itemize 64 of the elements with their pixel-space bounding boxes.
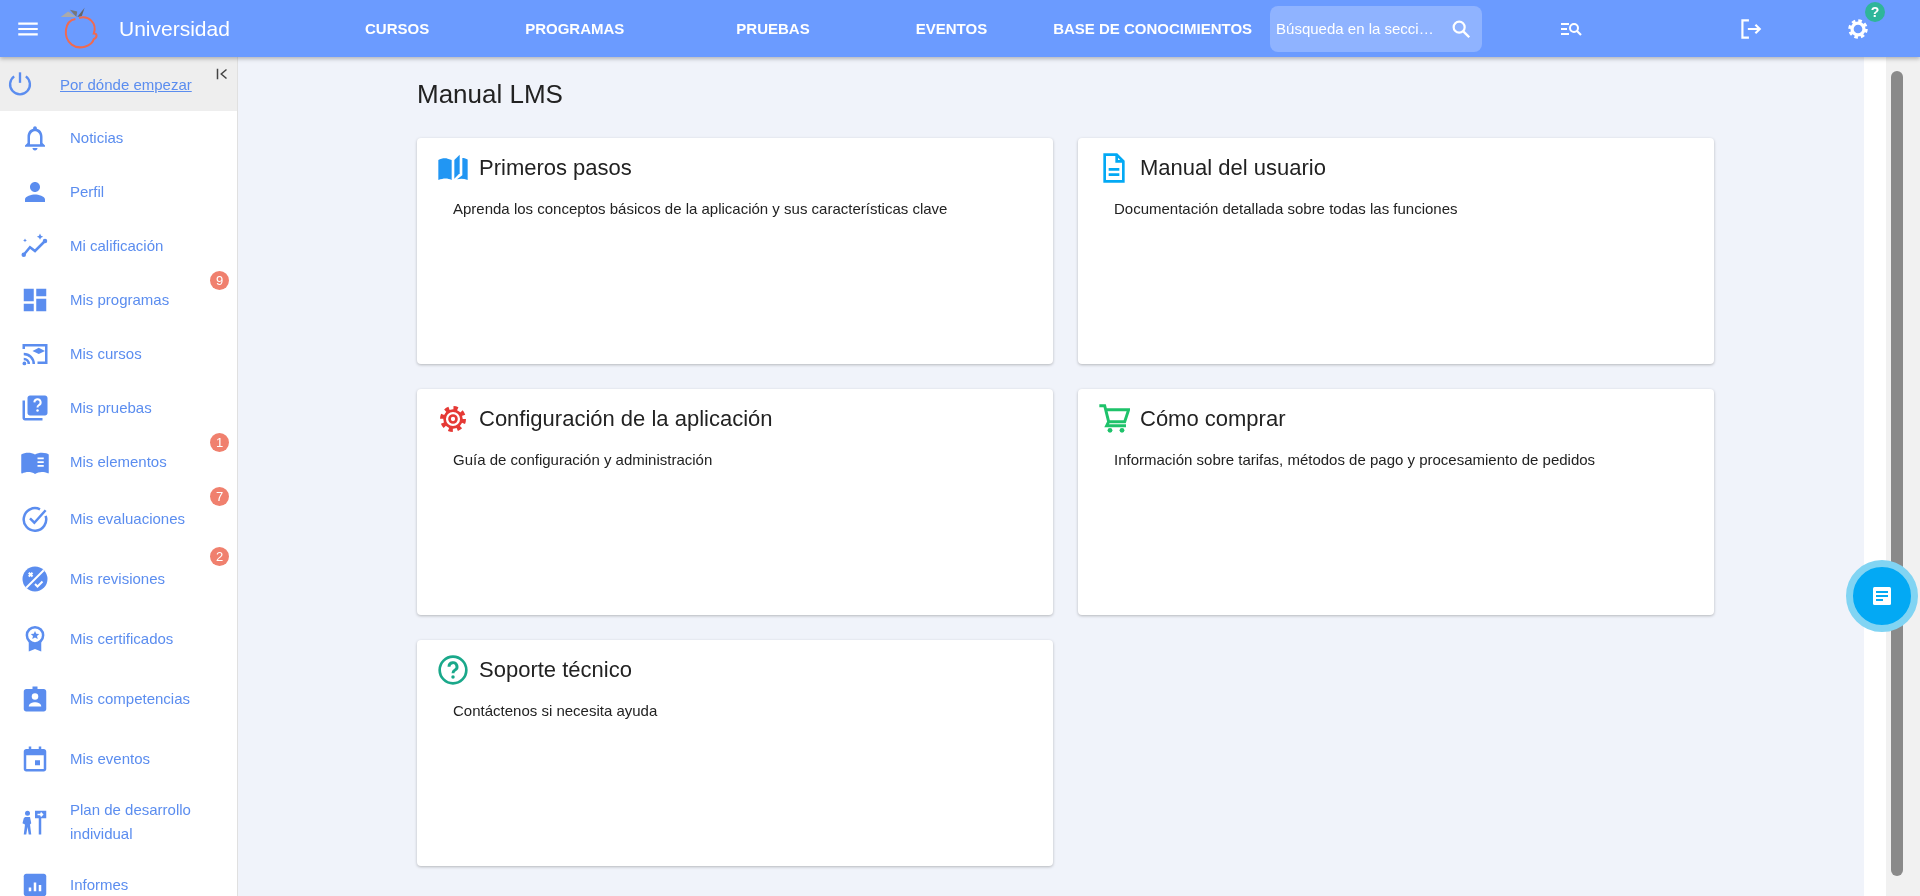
card-title: Configuración de la aplicación (479, 406, 773, 432)
nav-link[interactable]: BASE DE CONOCIMIENTOS (1041, 20, 1265, 37)
sidebar-item[interactable]: Mis cursos (0, 327, 237, 381)
sidebar-item[interactable]: Mis programas 9 (0, 273, 237, 327)
sidebar-item[interactable]: Mis competencias (0, 669, 237, 729)
start-link[interactable]: Por dónde empezar (60, 75, 192, 93)
card-title: Primeros pasos (479, 155, 632, 181)
count-badge: 1 (210, 433, 229, 452)
sidebar-item[interactable]: Perfil (0, 165, 237, 219)
sidebar-item[interactable]: Noticias (0, 111, 237, 165)
sidebar-label[interactable]: Mis certificados (70, 627, 174, 651)
manual-card[interactable]: Primeros pasos Aprenda los conceptos básicos de la aplicación y sus características clave (417, 138, 1053, 364)
manual-card[interactable]: Soporte técnico Contáctenos si necesita ayuda (417, 640, 1053, 866)
sidebar-item[interactable]: Plan de desarrollo individual (0, 789, 237, 855)
check-circle-icon (20, 504, 50, 534)
help-badge[interactable]: ? (1865, 1, 1886, 22)
card-description: Documentación detallada sobre todas las funciones (1114, 200, 1459, 217)
sidebar-label[interactable]: Mis elementos (70, 450, 167, 474)
page-title: Manual LMS (417, 79, 564, 110)
sidebar-label[interactable]: Mis programas (70, 288, 170, 312)
card-title: Manual del usuario (1140, 155, 1326, 181)
sidebar-label[interactable]: Mis competencias (70, 687, 191, 711)
power-icon[interactable] (6, 70, 34, 98)
app-title: Universidad (119, 16, 231, 41)
nav-link[interactable]: PRUEBAS (724, 20, 822, 37)
sidebar-item[interactable]: Mis certificados (0, 609, 237, 669)
sidebar-label[interactable]: Mis eventos (70, 747, 151, 771)
card-title: Soporte técnico (479, 657, 632, 683)
manual-card[interactable]: Configuración de la aplicación Guía de configuración y administración (417, 389, 1053, 615)
sidebar-item[interactable]: Informes (0, 855, 237, 896)
card-title: Cómo comprar (1140, 406, 1286, 432)
start-row[interactable]: Por dónde empezar (0, 57, 237, 111)
nav-link[interactable]: PROGRAMAS (513, 20, 637, 37)
manual-card[interactable]: Manual del usuario Documentación detallada sobre todas las funciones (1078, 138, 1714, 364)
sidebar-label[interactable]: Mis evaluaciones (70, 507, 186, 531)
document-icon (1870, 584, 1894, 608)
scrollbar[interactable] (1864, 57, 1920, 896)
review-circle-icon (20, 564, 50, 594)
sidebar-label[interactable]: Plan de desarrollo individual (70, 798, 210, 846)
count-badge: 7 (210, 487, 229, 506)
card-description: Aprenda los conceptos básicos de la aplicación y sus características clave (453, 200, 949, 217)
sidebar-item[interactable]: Mis revisiones 2 (0, 549, 237, 609)
sidebar-label[interactable]: Noticias (70, 126, 124, 150)
sidebar-label[interactable]: Mis pruebas (70, 396, 152, 420)
count-badge: 2 (210, 547, 229, 566)
sidebar-item[interactable]: Mis pruebas (0, 381, 237, 435)
sidebar-label[interactable]: Mi calificación (70, 234, 164, 258)
sidebar-label[interactable]: Mis revisiones (70, 567, 166, 591)
question-card-icon (20, 393, 50, 423)
sidebar-label[interactable]: Informes (70, 873, 129, 896)
sidebar-item[interactable]: Mi calificación (0, 219, 237, 273)
card-description: Guía de configuración y administración (453, 451, 714, 468)
nav-link[interactable]: EVENTOS (903, 20, 1000, 37)
search-field[interactable]: Búsqueda en la secci… (1270, 5, 1483, 52)
count-badge: 9 (210, 271, 229, 290)
sidebar-label[interactable]: Perfil (70, 180, 105, 204)
sidebar-item[interactable]: Mis eventos (0, 729, 237, 789)
card-description: Información sobre tarifas, métodos de pago y procesamiento de pedidos (1114, 451, 1597, 468)
nav-link[interactable]: CURSOS (353, 20, 442, 37)
sidebar-item[interactable]: Mis elementos 1 (0, 435, 237, 489)
manual-card[interactable]: Cómo comprar Información sobre tarifas, métodos de pago y procesamiento de pedidos (1078, 389, 1714, 615)
sidebar-label[interactable]: Mis cursos (70, 342, 142, 366)
sidebar-item[interactable]: Mis evaluaciones 7 (0, 489, 237, 549)
card-description: Contáctenos si necesita ayuda (453, 702, 659, 719)
